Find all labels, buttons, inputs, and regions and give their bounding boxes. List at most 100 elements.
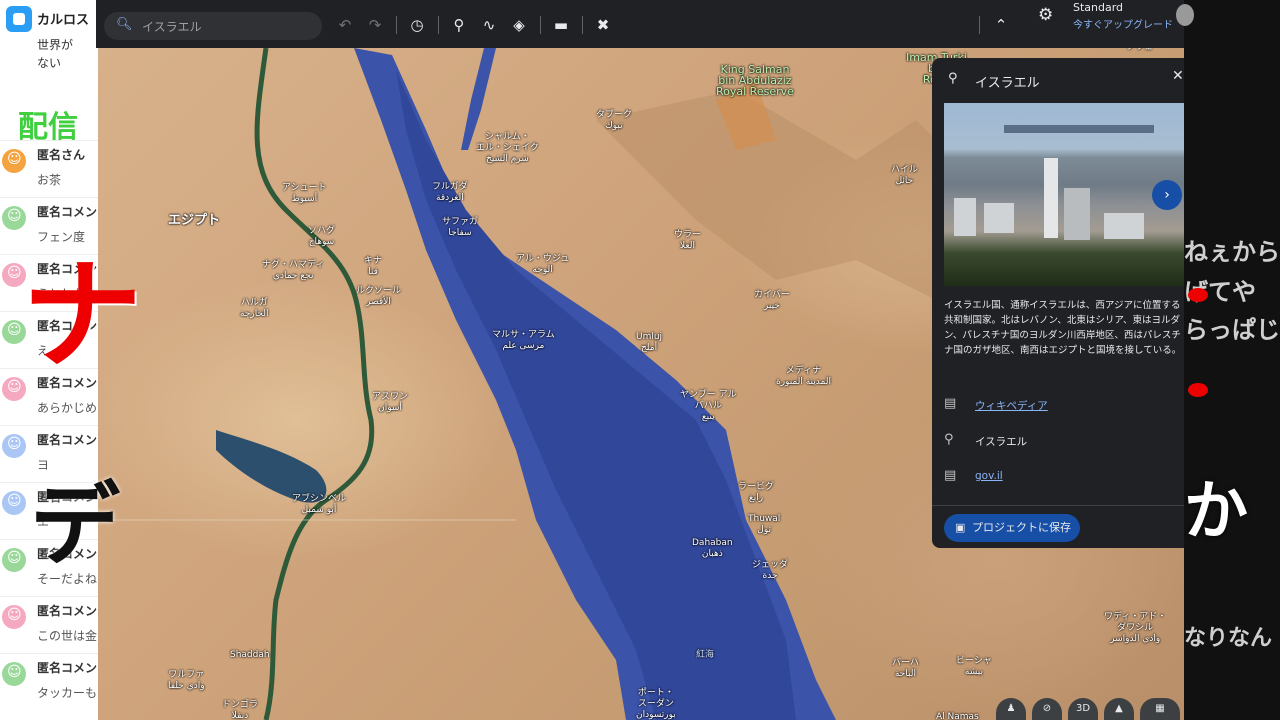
place-photo[interactable]: ›: [944, 103, 1184, 286]
place-name: イスラエル: [975, 436, 1028, 448]
panel-description: イスラエル国、通称イスラエルは、西アジアに位置する共和制国家。北はレバノン、北東…: [944, 300, 1182, 356]
map-label[interactable]: ソハグ سوهاج: [308, 226, 335, 248]
map-label[interactable]: Al Namas: [936, 712, 979, 720]
chevron-up-icon[interactable]: ⌃: [988, 12, 1014, 38]
gear-icon[interactable]: ⚙: [1038, 5, 1053, 25]
map-label[interactable]: アシュート أسيوط: [282, 183, 327, 205]
map-label[interactable]: ビーシャ بيشة: [956, 656, 992, 678]
avatar[interactable]: [1176, 4, 1194, 26]
search-input[interactable]: イスラエル: [142, 18, 202, 35]
avatar: [2, 149, 26, 173]
pegman-icon[interactable]: ♟: [996, 698, 1026, 720]
map-label[interactable]: Umluj أملج: [636, 332, 662, 354]
map-label[interactable]: ハルガ الخارجة: [240, 298, 269, 320]
website-link[interactable]: gov.il: [975, 470, 1003, 482]
layers-icon[interactable]: ◈: [506, 12, 532, 38]
map-label[interactable]: Shaddah: [230, 650, 270, 661]
upgrade-link[interactable]: 今すぐアップグレード: [1073, 16, 1173, 31]
map-label[interactable]: タブーク تبوك: [596, 110, 632, 132]
panel-row-website[interactable]: ▤ gov.il: [944, 466, 1184, 486]
divider: [979, 16, 980, 34]
comment-author: 匿名コメン: [37, 661, 98, 675]
path-icon[interactable]: ∿: [476, 12, 502, 38]
divider: [438, 16, 439, 34]
panel-title: イスラエル: [975, 76, 1040, 91]
comment-text: この世は金: [37, 629, 98, 643]
map-label[interactable]: ハイル حائل: [891, 165, 918, 187]
map-label[interactable]: ウラー العلا: [674, 230, 701, 252]
channel-name: カルロス: [37, 13, 90, 28]
map-label[interactable]: マルサ・アラム مرسى علم: [492, 330, 555, 352]
overlay-big-char: ナ: [22, 247, 142, 386]
avatar: [2, 434, 26, 458]
comment-item: 匿名コメンタッカーも: [0, 653, 98, 709]
chevron-right-icon[interactable]: ›: [1152, 180, 1182, 210]
chat-line: 世界が: [37, 38, 74, 52]
map-label[interactable]: メディナ المدينة المنورة: [776, 366, 831, 388]
map-label[interactable]: キナ قنا: [364, 256, 382, 278]
photo-building: [1104, 213, 1144, 239]
overlay-text: 配信: [18, 110, 78, 145]
map-label[interactable]: フルガダ الغردقة: [432, 182, 468, 204]
map-label[interactable]: ルクソール الأقصر: [356, 286, 401, 308]
screen: エジプト King Salman bin Abdulaziz Royal Rese…: [0, 0, 1280, 720]
map-label[interactable]: ヤンブー アル バハル ينبع: [680, 390, 737, 423]
bookmark-icon: ▣: [955, 521, 966, 534]
map-label[interactable]: サファガ سفاجا: [442, 217, 478, 239]
overlay-line: なりなん: [1184, 626, 1273, 651]
search-bar[interactable]: 🔍︎ イスラエル: [104, 12, 322, 40]
redo-icon[interactable]: ↷: [362, 12, 388, 38]
map-label[interactable]: ドンゴラ دنقلا: [222, 700, 258, 720]
close-icon[interactable]: ✕: [1172, 68, 1184, 84]
photo-building: [1064, 188, 1090, 240]
web-icon: ▤: [944, 468, 957, 483]
comment-text: お茶: [37, 173, 62, 187]
place-icon: ⚲: [944, 432, 954, 447]
placemark-icon[interactable]: ⚲: [446, 12, 472, 38]
compass-off-icon[interactable]: ⊘: [1032, 698, 1062, 720]
compass-icon[interactable]: ▲: [1104, 698, 1134, 720]
comment-item: 匿名さんお茶: [0, 140, 98, 196]
knowledge-panel: ⚲ イスラエル ✕ › イスラエル国、通称イスラエルは、西アジアに位置する共和制…: [932, 58, 1184, 548]
wikipedia-link[interactable]: ウィキペディア: [975, 398, 1048, 413]
satellite-icon[interactable]: ✖: [590, 12, 616, 38]
map-label[interactable]: King Salman bin Abdulaziz Royal Reserve: [716, 64, 794, 97]
map-label[interactable]: シャルム・ エル・シェイク شرم الشيخ: [476, 132, 539, 165]
map-label[interactable]: ワルファ وادي حلفا: [168, 670, 205, 692]
save-to-project-button[interactable]: ▣ プロジェクトに保存: [944, 514, 1080, 542]
map-label[interactable]: Thuwal ثول: [748, 514, 780, 536]
map-label[interactable]: ポート・ スーダン بورتسودان: [636, 688, 676, 720]
grid-icon[interactable]: ▦: [1140, 698, 1180, 720]
overlay-big-char: デ: [30, 473, 120, 578]
divider: [396, 16, 397, 34]
map-label[interactable]: カイバー خيبر: [754, 290, 790, 312]
overlay-line: らっぱじ: [1184, 316, 1280, 344]
chat-line: ない: [37, 56, 62, 70]
plan-label: Standard: [1073, 1, 1124, 14]
3d-toggle[interactable]: 3D: [1068, 698, 1098, 720]
map-label[interactable]: ラービグ رابغ: [738, 482, 774, 504]
map-label[interactable]: アスワン أسوان: [372, 392, 408, 414]
search-icon: 🔍︎: [116, 17, 133, 32]
panel-row-wikipedia[interactable]: ▤ ウィキペディア: [944, 394, 1184, 414]
photo-building: [954, 198, 976, 236]
undo-icon[interactable]: ↶: [332, 12, 358, 38]
map-label[interactable]: エジプト: [168, 214, 220, 227]
map-label[interactable]: Dahaban ذهبان: [692, 538, 733, 560]
location-pin-icon: ⚲: [948, 71, 958, 86]
wiki-icon: ▤: [944, 396, 957, 411]
map-label[interactable]: アル・ウジュ الوجه: [516, 254, 569, 276]
red-dot: [1188, 383, 1208, 397]
history-icon[interactable]: ◷: [404, 12, 430, 38]
ruler-icon[interactable]: ▬: [548, 12, 574, 38]
map-label[interactable]: ジェッダ جدة: [752, 560, 788, 582]
map-label[interactable]: バーハ الباحة: [892, 658, 919, 680]
comment-item: 匿名コメンこの世は金: [0, 596, 98, 652]
map-label[interactable]: ワディ・アド・ ダワシル وادي الدواسر: [1104, 612, 1166, 645]
map-label[interactable]: ナグ・ハマディ نجع حمادي: [262, 260, 324, 282]
comment-author: 匿名コメン: [37, 433, 98, 447]
map-label[interactable]: 紅海: [696, 650, 714, 661]
map-label[interactable]: アブシンベル أبو سمبل: [292, 494, 346, 516]
photo-building: [1044, 158, 1058, 238]
toolbar: 🔍︎ イスラエル ↶ ↷ ◷ ⚲ ∿ ◈ ▬ ✖ ⌃: [96, 0, 1184, 48]
